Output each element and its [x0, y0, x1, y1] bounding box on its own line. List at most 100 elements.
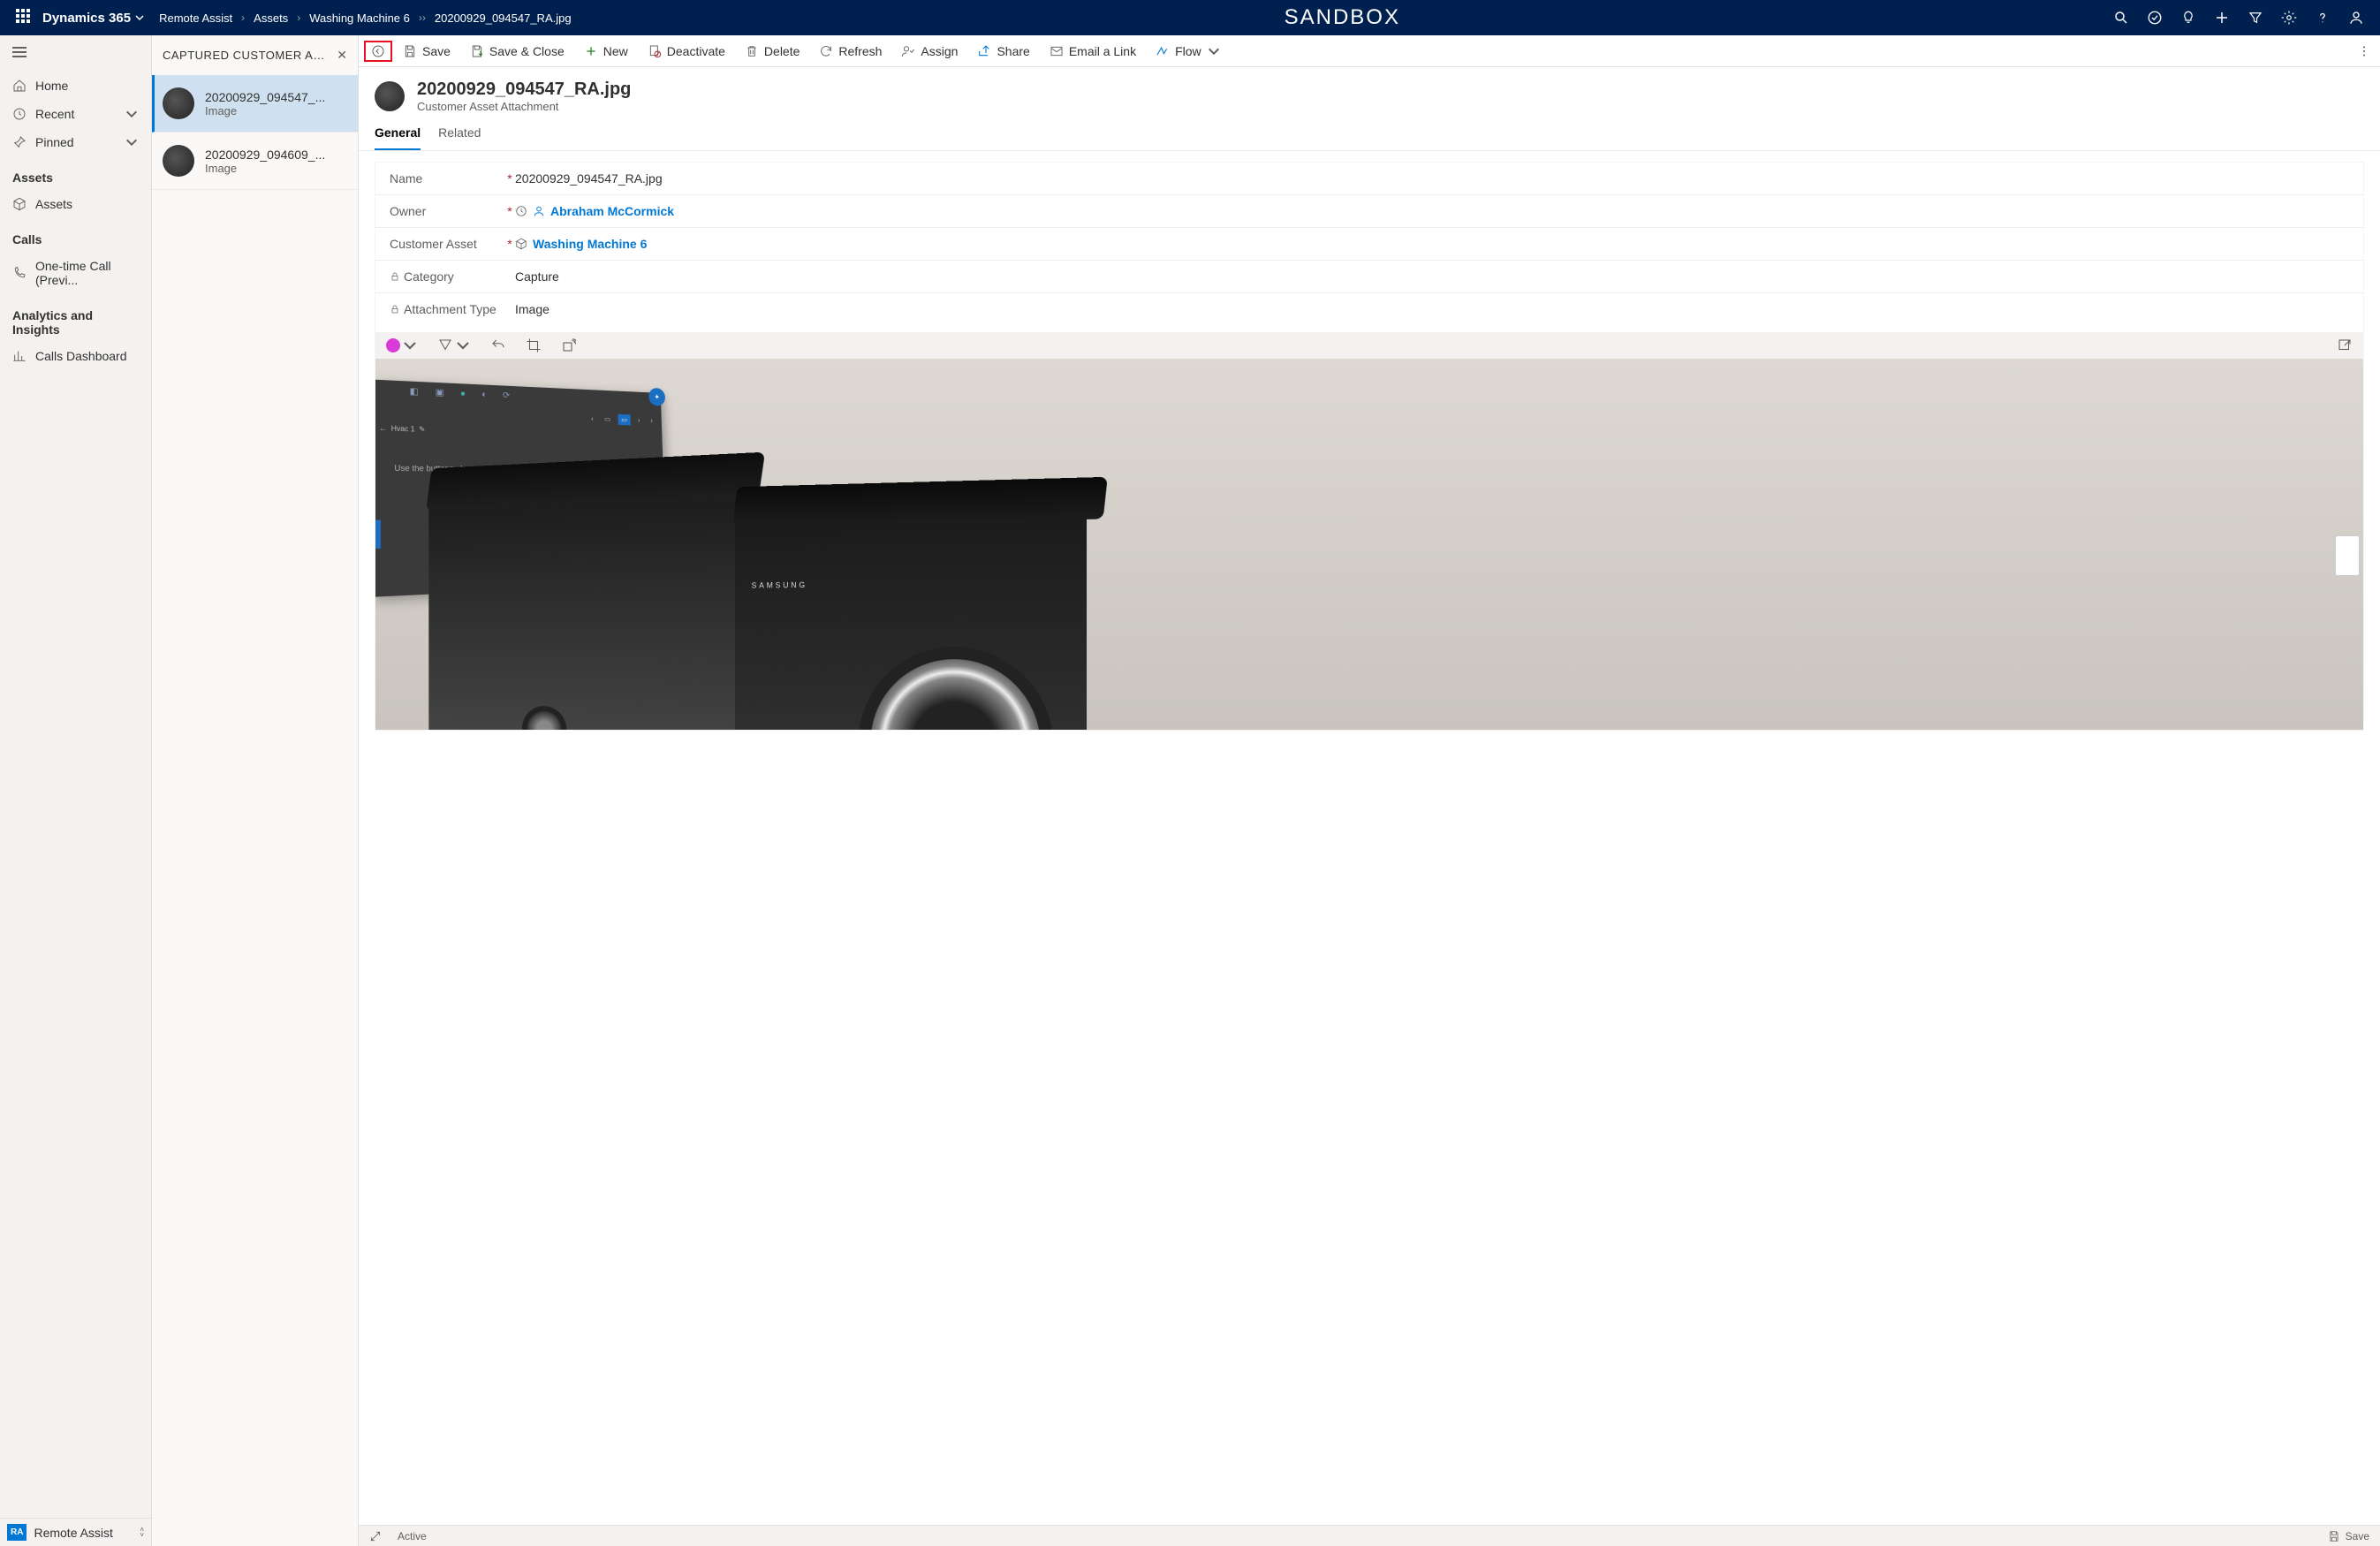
field-value[interactable]: Washing Machine 6 — [515, 237, 2349, 251]
assign-icon — [901, 44, 915, 58]
sidebar-onetime-call[interactable]: One-time Call (Previ... — [0, 252, 151, 294]
search-icon[interactable] — [2113, 10, 2129, 26]
save-icon — [403, 44, 417, 58]
chevron-down-icon — [125, 107, 139, 121]
save-close-button[interactable]: Save & Close — [461, 39, 573, 64]
email-link-button[interactable]: Email a Link — [1041, 39, 1145, 64]
record-tabs: General Related — [359, 120, 2380, 151]
image-preview[interactable]: ◧▣●◐⟳ ✦ ‹▭▭›› ← Hvac 1 ✎ Use the buttons… — [375, 359, 2363, 730]
washer-image: SAMSUNG — [428, 485, 742, 730]
wall-switch — [2335, 535, 2360, 576]
breadcrumb-item[interactable]: Washing Machine 6 — [309, 11, 410, 25]
field-row-name[interactable]: Name * 20200929_094547_RA.jpg — [375, 163, 2363, 195]
back-button[interactable] — [364, 41, 392, 62]
tab-general[interactable]: General — [375, 120, 421, 150]
task-icon[interactable] — [2147, 10, 2163, 26]
list-panel-title: CAPTURED CUSTOMER ASSET ... — [163, 49, 330, 62]
save-close-icon — [470, 44, 484, 58]
field-value[interactable]: 20200929_094547_RA.jpg — [515, 171, 2349, 186]
sidebar: Home Recent Pinned Assets Assets Calls O… — [0, 35, 152, 1546]
flow-button[interactable]: Flow — [1147, 39, 1230, 64]
required-icon: * — [504, 171, 515, 186]
sidebar-recent[interactable]: Recent — [0, 100, 151, 128]
share-icon — [977, 44, 991, 58]
list-item-sub: Image — [205, 104, 325, 117]
field-label: Name — [390, 171, 422, 186]
sidebar-pinned[interactable]: Pinned — [0, 128, 151, 156]
lock-icon — [390, 304, 400, 315]
list-item[interactable]: 20200929_094547_... Image — [152, 75, 358, 133]
chart-icon — [12, 349, 27, 363]
flow-icon — [1156, 44, 1170, 58]
field-row-owner[interactable]: Owner * Abraham McCormick — [375, 195, 2363, 228]
delete-button[interactable]: Delete — [736, 39, 808, 64]
expand-icon[interactable] — [369, 1530, 382, 1542]
user-icon[interactable] — [2348, 10, 2364, 26]
field-label: Category — [404, 269, 454, 284]
phone-icon — [12, 266, 27, 280]
undo-tool[interactable] — [490, 337, 506, 353]
assign-button[interactable]: Assign — [892, 39, 966, 64]
refresh-icon — [819, 44, 833, 58]
color-dot-icon — [386, 338, 400, 352]
new-button[interactable]: New — [575, 39, 637, 64]
popout-tool[interactable] — [2337, 337, 2353, 353]
area-label: Remote Assist — [34, 1526, 112, 1540]
gear-icon[interactable] — [2281, 10, 2297, 26]
field-label: Customer Asset — [390, 237, 477, 251]
lock-icon — [390, 271, 400, 282]
tab-related[interactable]: Related — [438, 120, 481, 150]
breadcrumb-item[interactable]: Remote Assist — [159, 11, 232, 25]
breadcrumb-item[interactable]: Assets — [254, 11, 288, 25]
color-picker[interactable] — [386, 337, 418, 353]
refresh-button[interactable]: Refresh — [810, 39, 891, 64]
rotate-tool[interactable] — [561, 337, 577, 353]
hamburger-icon[interactable] — [0, 35, 151, 72]
save-button[interactable]: Save — [394, 39, 459, 64]
statusbar-save[interactable]: Save — [2328, 1530, 2369, 1542]
field-row-customer-asset[interactable]: Customer Asset * Washing Machine 6 — [375, 228, 2363, 261]
undo-icon — [490, 337, 506, 353]
list-item[interactable]: 20200929_094609_... Image — [152, 133, 358, 190]
field-row-attachment-type: Attachment Type Image — [375, 293, 2363, 325]
breadcrumb-item[interactable]: 20200929_094547_RA.jpg — [435, 11, 572, 25]
list-item-sub: Image — [205, 162, 325, 175]
cube-icon — [12, 197, 27, 211]
field-row-category: Category Capture — [375, 261, 2363, 293]
deactivate-icon — [648, 44, 662, 58]
help-icon[interactable] — [2315, 10, 2331, 26]
sidebar-item-label: Assets — [35, 197, 72, 211]
list-item-name: 20200929_094547_... — [205, 90, 325, 104]
app-launcher-icon[interactable] — [16, 9, 34, 27]
plus-icon[interactable] — [2214, 10, 2230, 26]
content-area: Save Save & Close New Deactivate Delete … — [359, 35, 2380, 1546]
filter-icon[interactable] — [2247, 10, 2263, 26]
form-card: Name * 20200929_094547_RA.jpg Owner * Ab… — [375, 162, 2364, 731]
list-item-thumb — [163, 87, 194, 119]
status-bar: Active Save — [359, 1525, 2380, 1546]
sidebar-home[interactable]: Home — [0, 72, 151, 100]
deactivate-button[interactable]: Deactivate — [639, 39, 734, 64]
sidebar-assets[interactable]: Assets — [0, 190, 151, 218]
sidebar-section-title: Calls — [0, 218, 151, 252]
sidebar-calls-dashboard[interactable]: Calls Dashboard — [0, 342, 151, 370]
area-badge: RA — [7, 1524, 27, 1541]
app-name[interactable]: Dynamics 365 — [42, 11, 131, 26]
crop-tool[interactable] — [526, 337, 542, 353]
save-icon — [2328, 1530, 2340, 1542]
chevron-down-icon — [402, 337, 418, 353]
sidebar-item-label: Calls Dashboard — [35, 349, 127, 363]
email-icon — [1050, 44, 1064, 58]
list-panel: CAPTURED CUSTOMER ASSET ... ✕ 20200929_0… — [152, 35, 359, 1546]
required-icon: * — [504, 237, 515, 251]
environment-label: SANDBOX — [572, 5, 2113, 30]
stroke-tool[interactable] — [437, 337, 471, 353]
overflow-button[interactable] — [2353, 39, 2375, 64]
share-button[interactable]: Share — [968, 39, 1038, 64]
sidebar-area-switcher[interactable]: RA Remote Assist ˄˅ — [0, 1518, 151, 1546]
field-value[interactable]: Abraham McCormick — [515, 204, 2349, 218]
record-thumb — [375, 81, 405, 111]
close-icon[interactable]: ✕ — [337, 48, 347, 63]
lightbulb-icon[interactable] — [2180, 10, 2196, 26]
chevron-down-icon[interactable] — [134, 12, 145, 23]
